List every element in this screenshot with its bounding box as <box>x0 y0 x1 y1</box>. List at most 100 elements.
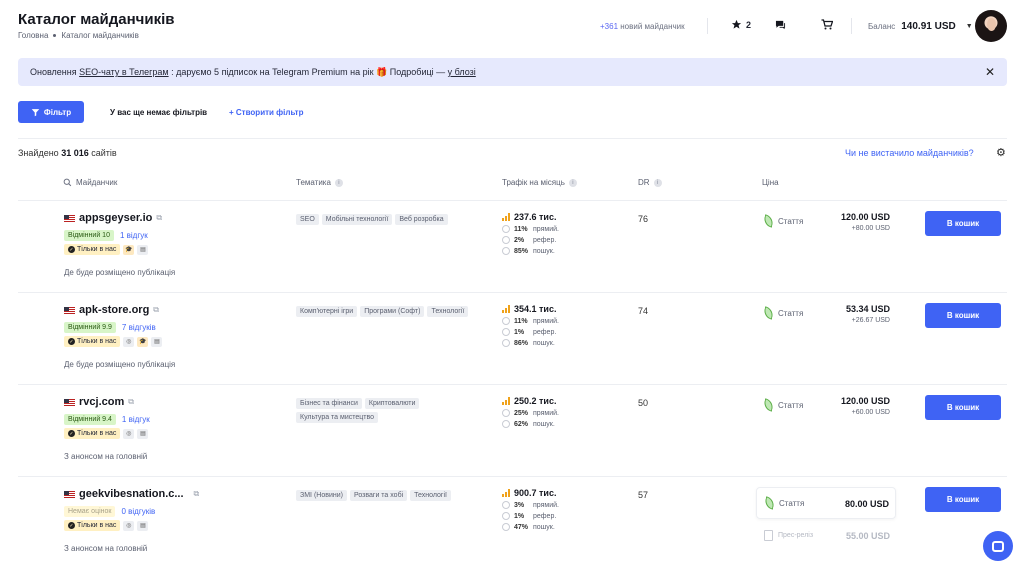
page-title: Каталог майданчиків <box>18 11 175 28</box>
referral-icon <box>502 512 510 520</box>
external-link-icon[interactable]: ⧉ <box>128 397 134 407</box>
direct-share: 25% <box>514 409 529 417</box>
topic-tag: Веб розробка <box>395 214 448 225</box>
caret-down-icon: ▼ <box>965 23 973 30</box>
info-icon[interactable]: i <box>653 178 662 187</box>
column-header-site[interactable]: Майданчик <box>63 178 117 187</box>
message-icon: ▤ <box>151 336 163 347</box>
add-to-cart-button[interactable]: В кошик <box>925 211 1001 236</box>
gear-icon[interactable]: ⚙ <box>996 146 1006 159</box>
leaf-icon <box>763 398 774 412</box>
site-name[interactable]: apk-store.org <box>79 304 149 316</box>
direct-icon <box>502 317 510 325</box>
article-label: Стаття <box>778 217 804 226</box>
referral-label: рефер. <box>533 328 557 336</box>
search-icon <box>502 247 510 255</box>
info-icon[interactable]: i <box>334 178 343 187</box>
add-to-cart-button[interactable]: В кошик <box>925 395 1001 420</box>
direct-share: 11% <box>514 317 528 325</box>
site-cell: apk-store.org ⧉ <box>64 304 159 316</box>
balance-dropdown[interactable]: Баланс 140.91 USD ▼ <box>868 21 973 32</box>
check-icon: ✓ <box>68 522 75 529</box>
search-label: пошук. <box>533 420 555 428</box>
close-icon[interactable]: ✕ <box>985 65 995 79</box>
reviews-link[interactable]: 1 відгук <box>122 415 150 424</box>
price-option-article[interactable]: Стаття 53.34 USD +26.67 USD <box>756 298 896 330</box>
create-filter-link[interactable]: + Створити фільтр <box>229 108 304 117</box>
column-header-price[interactable]: Ціна <box>762 178 779 187</box>
placement-info: З анонсом на головній <box>64 452 148 461</box>
add-to-cart-button[interactable]: В кошик <box>925 487 1001 512</box>
traffic-cell: 354.1 тис. 11% прямий. 1% рефер. 86% пошук. <box>502 304 559 350</box>
cart-icon[interactable] <box>821 19 834 32</box>
filter-button[interactable]: Фільтр <box>18 101 84 123</box>
breadcrumb-home[interactable]: Головна <box>18 31 48 40</box>
star-icon <box>731 19 742 29</box>
referral-icon <box>502 236 510 244</box>
price-option-article[interactable]: Стаття 120.00 USD +60.00 USD <box>756 390 896 422</box>
column-header-dr[interactable]: DR i <box>638 178 662 187</box>
table-row: rvcj.com ⧉ Відмінний 9.4 1 відгук ✓ Тільк… <box>18 384 1007 476</box>
support-chat-button[interactable] <box>983 531 1013 561</box>
direct-label: прямий. <box>533 409 559 417</box>
traffic-value: 237.6 тис. <box>514 212 557 222</box>
chat-icon[interactable] <box>775 20 786 32</box>
traffic-cell: 237.6 тис. 11% прямий. 2% рефер. 85% пошук. <box>502 212 559 258</box>
only-here-badge: ✓ Тільки в нас <box>64 428 121 439</box>
rating: Відмінний 10 1 відгук <box>64 230 148 241</box>
dr-value: 76 <box>638 214 649 224</box>
article-label: Стаття <box>779 499 805 508</box>
topic-tag: Технології <box>427 306 469 317</box>
site-name[interactable]: rvcj.com <box>79 396 124 408</box>
target-icon: ◎ <box>123 520 135 531</box>
found-prefix: Знайдено <box>18 148 59 158</box>
external-link-icon[interactable]: ⧉ <box>156 213 162 223</box>
rating-badge: Немає оцінок <box>64 506 116 517</box>
breadcrumb: Головна Каталог майданчиків <box>18 31 139 40</box>
price: 120.00 USD <box>840 212 890 222</box>
column-price-label: Ціна <box>762 178 779 187</box>
message-icon: ▤ <box>137 428 149 439</box>
banner-link-blog[interactable]: у блозі <box>448 67 476 77</box>
price-option-article[interactable]: Стаття 80.00 USD <box>756 487 896 519</box>
topic-tags: Бізнес та фінанси Криптовалюти Культура … <box>296 398 471 423</box>
topic-tag: SEO <box>296 214 319 225</box>
external-link-icon[interactable]: ⧉ <box>194 489 200 499</box>
topic-tag: Криптовалюти <box>364 398 420 409</box>
only-here-label: Тільки в нас <box>77 246 117 253</box>
topic-tag: Бізнес та фінанси <box>296 398 362 409</box>
graduation-cap-icon: 🎓 <box>123 244 135 255</box>
missing-sites-link[interactable]: Чи не вистачило майданчиків? <box>845 148 974 158</box>
price-option-article[interactable]: Стаття 120.00 USD +80.00 USD <box>756 206 896 238</box>
traffic-cell: 900.7 тис. 3% прямий. 1% рефер. 47% пошук. <box>502 488 559 534</box>
direct-share: 3% <box>514 501 525 509</box>
check-icon: ✓ <box>68 430 75 437</box>
topic-tag: Культура та мистецтво <box>296 412 379 423</box>
referral-label: рефер. <box>533 512 557 520</box>
info-icon[interactable]: i <box>568 178 577 187</box>
reviews-link[interactable]: 0 відгуків <box>121 507 155 516</box>
only-here-badge: ✓ Тільки в нас <box>64 244 121 255</box>
rating-badge: Відмінний 9.9 <box>64 322 116 333</box>
favorites-button[interactable]: 2 <box>731 19 751 30</box>
site-name[interactable]: appsgeyser.io <box>79 212 152 224</box>
reviews-link[interactable]: 7 відгуків <box>122 323 156 332</box>
external-link-icon[interactable]: ⧉ <box>153 305 159 315</box>
site-name[interactable]: geekvibesnation.c... <box>79 488 184 500</box>
new-sites-count: +361 <box>600 22 619 31</box>
only-here-label: Тільки в нас <box>77 430 117 437</box>
column-header-topic[interactable]: Тематика i <box>296 178 343 187</box>
search-label: пошук. <box>533 523 555 531</box>
new-sites-link[interactable]: +361 новий майданчик <box>600 22 685 31</box>
banner-link-telegram[interactable]: SEO-чату в Телеграм <box>79 67 168 77</box>
price: 120.00 USD <box>840 396 890 406</box>
add-to-cart-button[interactable]: В кошик <box>925 303 1001 328</box>
avatar[interactable] <box>975 10 1007 42</box>
direct-share: 11% <box>514 225 528 233</box>
price: 80.00 USD <box>844 499 889 509</box>
direct-icon <box>502 409 510 417</box>
search-icon <box>502 523 510 531</box>
column-header-traffic[interactable]: Трафік на місяць i <box>502 178 577 187</box>
price-option-press-release[interactable]: Прес-реліз 55.00 USD <box>756 527 896 547</box>
reviews-link[interactable]: 1 відгук <box>120 231 148 240</box>
